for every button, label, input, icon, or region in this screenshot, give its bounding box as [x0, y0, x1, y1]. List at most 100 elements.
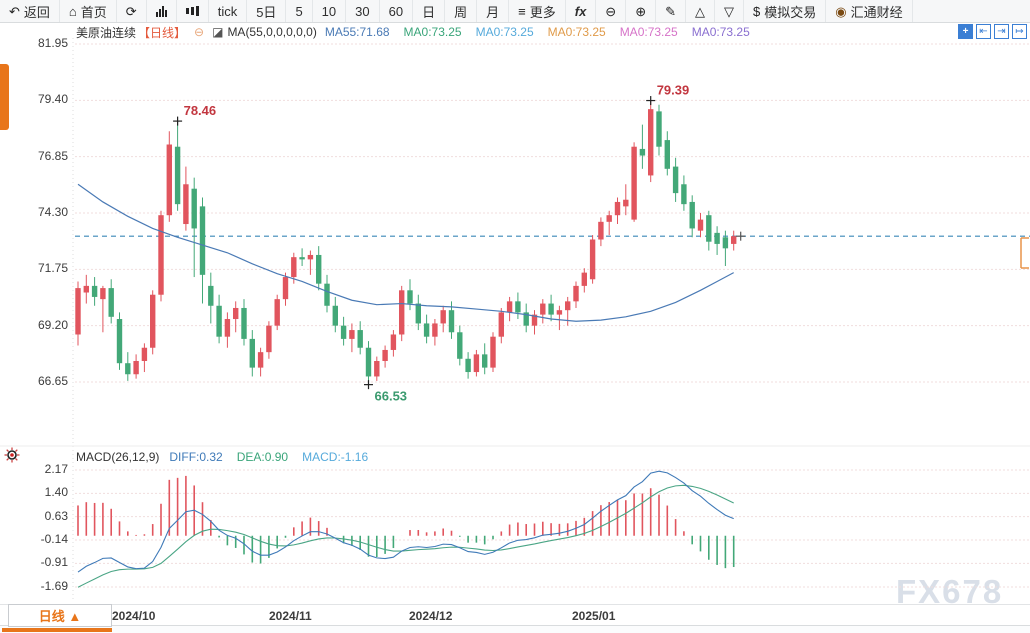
- charting-app: ↶ 返回 ⌂ 首页 ⟳ tick 5日 5 10 30 60 日周月 ≡ 更多 fx ⊖ ⊕ ✎ △ ▽ $ 模拟交易 ◉ 汇…: [0, 0, 1030, 633]
- interval-30min-button[interactable]: 30: [346, 0, 380, 22]
- zoom-in-button[interactable]: ⊕: [626, 0, 657, 22]
- pan-mode-button[interactable]: +: [958, 24, 973, 39]
- y-axis-label: 71.75: [37, 261, 68, 276]
- svg-text:78.46: 78.46: [184, 103, 217, 118]
- refresh-button[interactable]: ⟳: [117, 0, 147, 22]
- y-axis-label: 74.30: [37, 204, 68, 219]
- indicator-panel-icon[interactable]: ◪: [212, 25, 223, 39]
- zoom-out-icon: ⊖: [605, 3, 617, 19]
- fx-indicator-icon: fx: [574, 3, 587, 19]
- left-panel-handle[interactable]: [0, 64, 9, 130]
- more-menu-button-label: 更多: [529, 4, 556, 20]
- interval-60min-button-label: 60: [388, 3, 404, 19]
- dollar-icon: $: [753, 3, 761, 19]
- y-axis-label: -0.14: [40, 531, 68, 546]
- sim-trading-button-label: 模拟交易: [764, 4, 817, 20]
- ma-params-label: MA(55,0,0,0,0,0): [227, 25, 317, 39]
- home-button[interactable]: ⌂ 首页: [60, 0, 117, 22]
- x-axis-label: 2025/01: [572, 609, 616, 623]
- fx678-brand-button-label: 汇通财经: [850, 4, 903, 20]
- back-button-label: 返回: [23, 4, 50, 20]
- interval-week-button[interactable]: 周: [445, 0, 478, 22]
- ma-value: MA0:73.25: [619, 25, 678, 39]
- home-button-label: 首页: [80, 4, 107, 20]
- symbol-name: 美原油连续: [76, 25, 137, 40]
- interval-5min-button[interactable]: 5: [286, 0, 313, 22]
- draw-tool-button[interactable]: ✎: [656, 0, 687, 22]
- more-menu-button[interactable]: ≡ 更多: [509, 0, 566, 22]
- candle-view-button[interactable]: [177, 0, 209, 22]
- bar-chart-view-button[interactable]: [147, 0, 177, 22]
- undo-icon: ↶: [9, 3, 20, 19]
- macd-value: DEA:0.90: [236, 450, 289, 464]
- indicator-settings-icon[interactable]: [4, 447, 20, 468]
- candlestick-chart[interactable]: 78.46 66.53 79.39: [0, 0, 1030, 633]
- bar-chart-icon: [155, 5, 167, 17]
- y-axis-label: 79.40: [37, 92, 68, 107]
- toolbar: ↶ 返回 ⌂ 首页 ⟳ tick 5日 5 10 30 60 日周月 ≡ 更多 fx ⊖ ⊕ ✎ △ ▽ $ 模拟交易 ◉ 汇…: [0, 0, 1030, 23]
- ma-value: MA0:73.25: [403, 25, 462, 39]
- brand-icon: ◉: [835, 3, 847, 19]
- home-icon: ⌂: [68, 3, 77, 19]
- period-tag: 【日线】: [138, 25, 187, 40]
- ma-value: MA0:73.25: [475, 25, 534, 39]
- x-axis-label: 2024/10: [112, 609, 156, 623]
- interval-day-button-label: 日: [422, 4, 436, 20]
- main-chart-header: 美原油连续 【日线】 ⊖ ◪ MA(55,0,0,0,0,0) MA55:71.6…: [76, 24, 750, 40]
- interval-10min-button-label: 10: [321, 3, 337, 19]
- menu-icon: ≡: [518, 3, 526, 19]
- sim-trading-button[interactable]: $ 模拟交易: [744, 0, 827, 22]
- fx678-brand-button[interactable]: ◉ 汇通财经: [826, 0, 913, 22]
- refresh-icon: ⟳: [125, 3, 137, 19]
- scroll-ruler[interactable]: [0, 625, 1030, 633]
- interval-tick-button[interactable]: tick: [209, 0, 248, 22]
- indicator-fx-button[interactable]: fx: [566, 0, 597, 22]
- zoom-out-button[interactable]: ⊖: [596, 0, 627, 22]
- pencil-icon: ✎: [665, 3, 677, 19]
- interval-day-button[interactable]: 日: [413, 0, 446, 22]
- svg-text:66.53: 66.53: [375, 389, 408, 404]
- candlestick-icon: [185, 5, 199, 17]
- macd-value: DIFF:0.32: [169, 450, 223, 464]
- macd-params-label: MACD(26,12,9): [76, 450, 160, 464]
- interval-tick-button-label: tick: [217, 3, 238, 19]
- expand-panel-button[interactable]: ↦: [1012, 24, 1027, 39]
- triangle-up-tool-button[interactable]: △: [686, 0, 716, 22]
- svg-text:79.39: 79.39: [657, 83, 690, 98]
- y-axis-label: 1.40: [44, 485, 68, 500]
- triangle-down-tool-button[interactable]: ▽: [715, 0, 745, 22]
- y-axis-label: 69.20: [37, 317, 68, 332]
- interval-5day-button-label: 5日: [256, 4, 277, 20]
- zoom-in-icon: ⊕: [635, 3, 647, 19]
- ma-values: MA55:71.68 MA0:73.25 MA0:73.25 MA0:73.25 MA0…: [325, 25, 750, 39]
- tri-up-icon: △: [695, 3, 706, 19]
- x-axis-label: 2024/12: [409, 609, 453, 623]
- tri-down-icon: ▽: [724, 3, 735, 19]
- period-selector-button[interactable]: 日线 ▲: [8, 604, 112, 627]
- collapse-indicator-icon[interactable]: ⊖: [194, 25, 204, 39]
- interval-10min-button[interactable]: 10: [313, 0, 347, 22]
- fit-right-axis-button[interactable]: ⇥: [994, 24, 1009, 39]
- x-axis-label: 2024/11: [269, 609, 312, 623]
- ma-value: MA0:73.25: [691, 25, 750, 39]
- y-axis-label: 66.65: [37, 373, 68, 388]
- interval-30min-button-label: 30: [355, 3, 370, 19]
- y-axis-label: 81.95: [37, 36, 68, 50]
- y-axis-label: -1.69: [40, 578, 68, 593]
- window-controls: + ⇤ ⇥ ↦: [958, 24, 1027, 39]
- ma-value: MA0:73.25: [547, 25, 606, 39]
- fit-left-axis-button[interactable]: ⇤: [976, 24, 991, 39]
- back-button[interactable]: ↶ 返回: [0, 0, 60, 22]
- macd-value: MACD:-1.16: [302, 450, 369, 464]
- macd-values: DIFF:0.32 DEA:0.90 MACD:-1.16: [169, 450, 368, 464]
- ma-value: MA55:71.68: [324, 25, 390, 39]
- y-axis-label: -0.91: [40, 555, 68, 570]
- period-active-indicator: [2, 628, 112, 632]
- interval-5min-button-label: 5: [295, 3, 303, 19]
- interval-60min-button[interactable]: 60: [380, 0, 414, 22]
- interval-week-button-label: 周: [454, 4, 468, 20]
- y-axis-label: 0.63: [44, 508, 68, 523]
- interval-month-button[interactable]: 月: [477, 0, 510, 22]
- interval-5day-button[interactable]: 5日: [247, 0, 287, 22]
- y-axis-label: 76.85: [37, 148, 68, 163]
